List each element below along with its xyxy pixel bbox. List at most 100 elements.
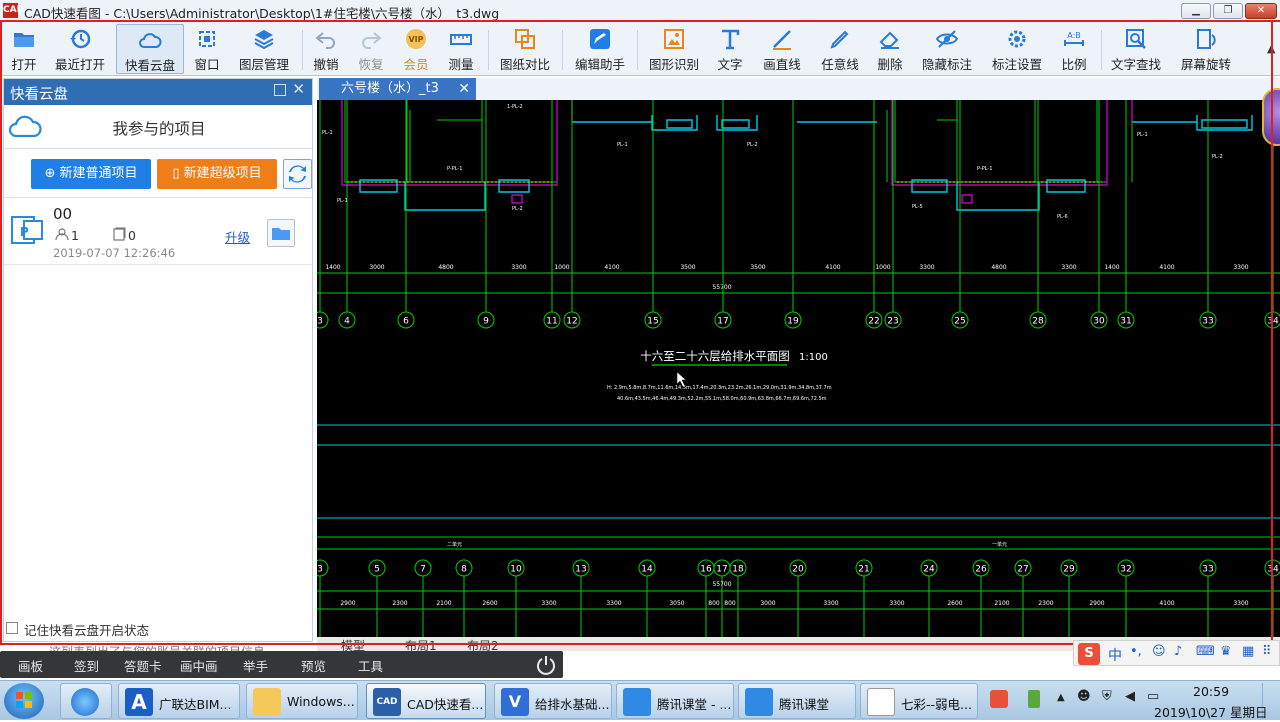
axis-label: 18	[732, 565, 744, 575]
hide-annotation-label: 隐藏标注	[921, 57, 972, 72]
open-project-button[interactable]	[267, 219, 295, 247]
maximize-button[interactable]: ❐	[1213, 3, 1243, 19]
classbar-sign-in[interactable]: 签到	[74, 656, 99, 675]
shape-recognize-button[interactable]: 图形识别	[646, 24, 702, 74]
cloud-icon	[139, 33, 162, 48]
edit-assistant-button[interactable]: 编辑助手	[572, 24, 628, 74]
tray-expand-icon[interactable]: ▲	[1057, 692, 1065, 703]
tray-user-icon[interactable]: ☻	[1077, 689, 1091, 704]
dimension-label: 2900	[340, 600, 355, 607]
microphone-icon[interactable]: ♪	[1174, 644, 1182, 659]
cloud-button[interactable]: 快看云盘	[116, 24, 184, 74]
new-super-project-button[interactable]: ▯ 新建超级项目	[157, 159, 277, 189]
axis-label: 32	[1120, 565, 1131, 575]
minimize-button[interactable]: ▁	[1181, 3, 1211, 19]
recent-button[interactable]: 最近打开	[52, 24, 108, 74]
compare-button[interactable]: 图纸对比	[497, 24, 553, 74]
rotate-icon	[1197, 29, 1216, 49]
clock-date[interactable]: 2019\10\27 星期日	[1154, 702, 1268, 721]
dimension-label: 1400	[325, 264, 340, 271]
capture-frame-left	[0, 20, 2, 645]
classbar-preview[interactable]: 预览	[301, 656, 326, 675]
axis-label: 34	[1267, 565, 1279, 575]
restore-icon[interactable]	[274, 84, 286, 96]
delete-button[interactable]: 删除	[873, 24, 907, 74]
folder-icon	[14, 33, 34, 47]
clock-time[interactable]: 20:59	[1193, 684, 1229, 699]
text-search-button[interactable]: 文字查找	[1108, 24, 1164, 74]
tray-volume-icon[interactable]: ◀	[1125, 689, 1135, 704]
taskbar-app-qicai[interactable]: 七彩--弱电...	[860, 683, 978, 719]
close-tab-icon[interactable]: ✕	[458, 78, 470, 100]
close-window-button[interactable]: ✕	[1245, 3, 1277, 19]
undo-button[interactable]: 撤销	[309, 24, 343, 74]
axis-label: 13	[575, 565, 586, 575]
bottom-dimension-row: 2900 2300 2100 2600 3300 3300 3050 800 800 3000 33…	[340, 600, 1248, 607]
classbar-drawing-board[interactable]: 画板	[18, 656, 43, 675]
vip-button[interactable]: VIP 会员	[399, 24, 433, 74]
classbar-raise-hand[interactable]: 举手	[243, 656, 268, 675]
overall-dimension: 55700	[712, 284, 731, 291]
skin-icon[interactable]: ♛	[1220, 644, 1232, 659]
cad-canvas[interactable]: PL-1 1-PL-2 PL-1 PL-2 PL-1 PL-2 P-PL-1 P-PL-1…	[317, 100, 1280, 637]
taskbar-app-tencent-class-2[interactable]: 腾讯课堂	[738, 683, 856, 719]
redo-icon	[362, 32, 382, 49]
windows-logo-icon	[16, 692, 32, 708]
taskbar-app-windows-explorer[interactable]: Windows...	[246, 683, 358, 719]
tencent-class-icon	[623, 688, 651, 716]
hide-annotation-button[interactable]: 隐藏标注	[919, 24, 975, 74]
cad-drawing[interactable]: PL-1 1-PL-2 PL-1 PL-2 PL-1 PL-2 P-PL-1 P-PL-1…	[317, 100, 1280, 637]
elevation-note-line-1: H: 2.9m,5.8m,8.7m,11.6m,14.5m,17.4m,20.3…	[607, 385, 832, 391]
undo-icon	[315, 32, 335, 49]
axis-label: 15	[647, 317, 658, 327]
line-button[interactable]: 画直线	[760, 24, 804, 74]
tray-sogou-icon[interactable]	[990, 690, 1008, 708]
emoji-icon[interactable]: ☺	[1152, 644, 1166, 659]
drawing-tab[interactable]: 六号楼（水）_t3 ✕	[319, 78, 476, 100]
tray-security-icon[interactable]: ⛨	[1102, 689, 1112, 704]
scale-button[interactable]: A:B 比例	[1057, 24, 1091, 74]
dimension-label: 2600	[947, 600, 962, 607]
eraser-icon	[879, 31, 899, 49]
window-button[interactable]: 窗口	[190, 24, 224, 74]
keyboard-icon[interactable]: ⌨	[1196, 644, 1215, 659]
taskbar-app-drainage-doc[interactable]: V 给排水基础...	[494, 683, 612, 719]
menu-icon[interactable]: ⠿	[1262, 644, 1272, 659]
punctuation-icon[interactable]: •,	[1130, 644, 1142, 659]
start-button[interactable]	[4, 683, 44, 719]
measure-button[interactable]: 测量	[444, 24, 478, 74]
dimension-label: 4100	[1159, 264, 1174, 271]
open-button[interactable]: 打开	[4, 24, 44, 74]
capture-frame-top	[0, 20, 1280, 22]
plan-scale: 1:100	[799, 352, 828, 363]
layers-button[interactable]: 图层管理	[235, 24, 293, 74]
text-button[interactable]: 文字	[713, 24, 747, 74]
rotate-screen-button[interactable]: 屏幕旋转	[1178, 24, 1234, 74]
classbar-answer-card[interactable]: 答题卡	[124, 656, 162, 675]
axis-label: 34	[1267, 317, 1279, 327]
toolbox-icon[interactable]: ▦	[1242, 644, 1254, 659]
new-normal-project-button[interactable]: ⊕ 新建普通项目	[31, 159, 151, 189]
power-icon[interactable]	[535, 654, 557, 676]
dimension-label: 3500	[750, 264, 765, 271]
taskbar-app-tencent-class-1[interactable]: 腾讯课堂 - ...	[616, 683, 734, 719]
taskbar-app-cad-viewer[interactable]: CAD CAD快速看...	[366, 683, 486, 719]
dimension-label: 2900	[1089, 600, 1104, 607]
freeline-button[interactable]: 任意线	[818, 24, 862, 74]
redo-button[interactable]: 恢复	[354, 24, 388, 74]
classbar-picture-in-picture[interactable]: 画中画	[180, 656, 218, 675]
sogou-icon[interactable]: S	[1078, 643, 1100, 665]
axis-label: 17	[717, 317, 728, 327]
refresh-button[interactable]	[283, 159, 312, 189]
taskbar-app-glodon-bim[interactable]: A 广联达BIM...	[118, 683, 240, 719]
ime-mode[interactable]: 中	[1108, 645, 1122, 665]
tray-battery-icon[interactable]	[1028, 690, 1040, 708]
elevation-note-line-2: 40.6m,43.5m,46.4m,49.3m,52.2m,55.1m,58.0…	[617, 396, 827, 402]
upgrade-link[interactable]: 升级	[225, 227, 250, 246]
close-icon[interactable]: ✕	[292, 80, 305, 98]
project-item[interactable]: P 00 1 0 2019-07-07 12:26:46 升级	[4, 199, 312, 265]
remember-checkbox[interactable]	[6, 622, 18, 634]
annotation-settings-button[interactable]: 标注设置	[989, 24, 1045, 74]
taskbar-pinned-app[interactable]	[60, 683, 112, 719]
classbar-tools[interactable]: 工具	[358, 656, 383, 675]
